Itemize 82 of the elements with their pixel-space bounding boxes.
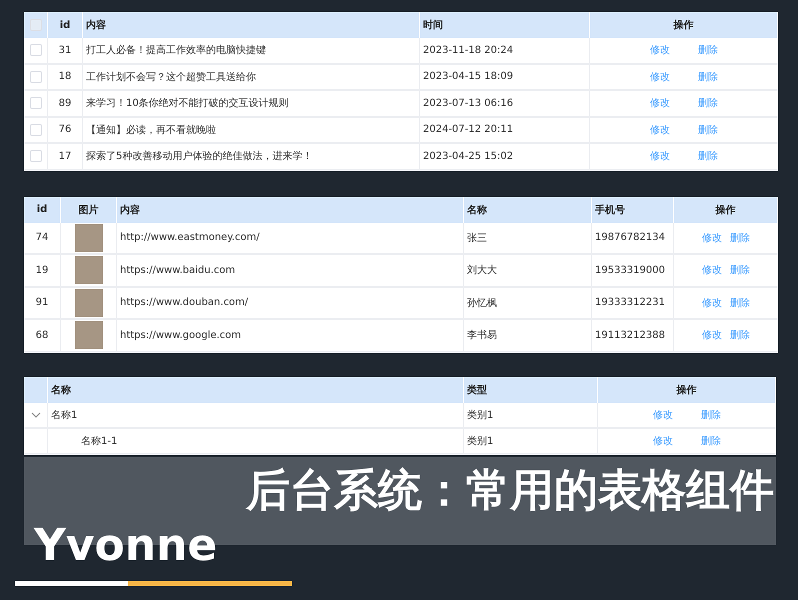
photo-placeholder [74,224,102,252]
content-cell-text: 探索了5种改善移动用户体验的绝佳做法，进来学！ [86,150,312,164]
id-cell: 91 [36,297,48,308]
id-cell: 89 [58,98,72,109]
edit-link[interactable]: 修改 [702,328,722,342]
edit-link[interactable]: 修改 [650,70,670,84]
author-name: Yvonne [34,522,218,570]
delete-link[interactable]: 删除 [698,70,718,84]
column-header: 内容 [86,18,106,32]
delete-link[interactable]: 删除 [698,43,718,58]
row-checkbox[interactable] [30,44,42,56]
content-cell-text: 工作计划不会写？这个超赞工具送给你 [86,70,256,84]
column-header: 图片 [78,204,98,216]
name-cell-text: 张三 [467,232,487,245]
time-cell: 2023-04-15 18:09 [423,71,514,82]
id-cell: 17 [58,150,72,162]
column-header: 操作 [716,204,736,216]
content-cell-text: 【通知】必读，再不看就晚啦 [86,124,216,137]
delete-link[interactable]: 删除 [701,408,721,422]
row-checkbox[interactable] [30,124,42,136]
content-cell-text: 来学习！10条你绝对不能打破的交互设计规则 [86,96,289,110]
phone-cell: 19113212388 [595,330,665,341]
delete-link[interactable]: 删除 [730,328,750,342]
url-cell: https://www.baidu.com [120,264,236,276]
column-header: 内容 [120,203,140,216]
edit-link[interactable]: 修改 [653,408,673,422]
edit-link[interactable]: 修改 [653,434,673,448]
id-cell: 76 [58,124,72,136]
photo-placeholder [74,256,102,284]
type-cell-text: 类别1 [467,434,494,448]
time-cell: 2023-11-18 20:24 [423,44,514,56]
edit-link[interactable]: 修改 [650,149,670,164]
row-checkbox[interactable] [30,150,42,162]
column-header: 时间 [423,18,443,32]
url-cell: http://www.eastmoney.com/ [120,232,260,244]
id-cell: 74 [36,232,48,244]
edit-link[interactable]: 修改 [702,296,722,310]
delete-link[interactable]: 删除 [698,122,718,137]
banner-title: 后台系统：常用的表格组件 [246,465,774,518]
type-cell-text: 类别1 [467,408,494,422]
column-header: 名称 [51,384,71,396]
id-cell: 68 [36,330,48,341]
time-cell: 2023-04-25 15:02 [423,150,514,162]
column-header: 手机号 [595,204,625,216]
phone-cell: 19333312231 [595,297,665,308]
name-cell-text: 李书易 [467,328,497,342]
delete-link[interactable]: 删除 [730,263,750,278]
phone-cell: 19876782134 [595,232,665,244]
column-header: 操作 [676,384,696,396]
column-header: id [60,20,70,30]
column-header: 类型 [467,384,487,396]
name-cell-text: 孙忆枫 [467,296,497,310]
time-cell: 2023-07-13 06:16 [423,98,514,109]
id-cell: 19 [36,264,48,276]
name-cell-text: 名称1-1 [81,434,118,448]
edit-link[interactable]: 修改 [702,230,722,245]
name-cell-text: 名称1 [51,408,78,422]
edit-link[interactable]: 修改 [650,96,670,110]
id-cell: 18 [58,71,72,82]
photo-placeholder [74,288,102,317]
column-header: 操作 [674,18,694,32]
phone-cell: 19533319000 [595,264,665,276]
id-cell: 31 [58,44,72,56]
delete-link[interactable]: 删除 [730,296,750,310]
delete-link[interactable]: 删除 [730,230,750,245]
name-cell-text: 刘大大 [467,264,497,278]
row-checkbox[interactable] [30,97,42,110]
delete-link[interactable]: 删除 [701,434,721,448]
content-cell-text: 打工人必备！提高工作效率的电脑快捷键 [86,44,266,58]
column-header: 名称 [467,204,487,216]
photo-placeholder [74,321,102,350]
delete-link[interactable]: 删除 [698,96,718,110]
edit-link[interactable]: 修改 [650,122,670,137]
time-cell: 2024-07-12 20:11 [423,124,514,136]
delete-link[interactable]: 删除 [698,149,718,164]
edit-link[interactable]: 修改 [702,263,722,278]
column-header: id [36,204,48,215]
edit-link[interactable]: 修改 [650,43,670,58]
url-cell: https://www.douban.com/ [120,297,248,308]
chevron-down-icon[interactable] [30,410,40,420]
row-checkbox[interactable] [30,70,42,83]
url-cell: https://www.google.com [120,330,242,341]
